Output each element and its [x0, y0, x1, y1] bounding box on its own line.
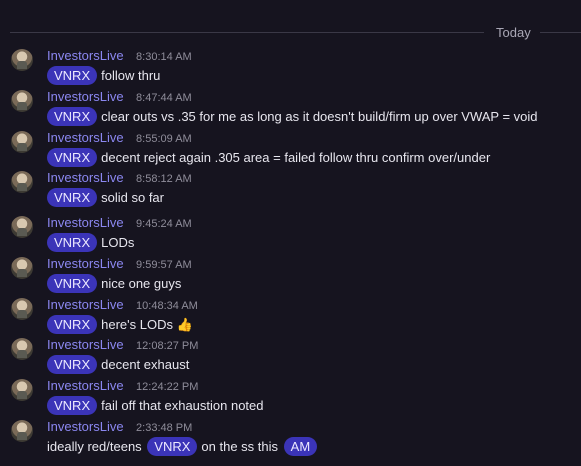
- ticker-tag[interactable]: AM: [283, 437, 318, 456]
- timestamp: 8:55:09 AM: [136, 133, 192, 145]
- message-text: ideally red/teens: [47, 439, 142, 454]
- ticker-tag[interactable]: VNRX: [47, 66, 98, 85]
- avatar[interactable]: [11, 131, 33, 153]
- avatar[interactable]: [11, 420, 33, 442]
- divider-line: [540, 32, 581, 33]
- avatar[interactable]: [11, 298, 33, 320]
- ticker-tag[interactable]: VNRX: [47, 396, 98, 415]
- timestamp: 8:30:14 AM: [136, 51, 192, 63]
- avatar[interactable]: [11, 49, 33, 71]
- avatar[interactable]: [11, 379, 33, 401]
- chat-message: InvestorsLive 8:47:44 AM VNRX clear outs …: [0, 89, 581, 129]
- ticker-tag[interactable]: VNRX: [47, 274, 98, 293]
- ticker-tag[interactable]: VNRX: [47, 148, 98, 167]
- username[interactable]: InvestorsLive: [47, 215, 124, 230]
- timestamp: 9:45:24 AM: [136, 218, 192, 230]
- message-text: on the ss this: [201, 439, 279, 454]
- avatar[interactable]: [11, 338, 33, 360]
- message-text: decent exhaust: [101, 357, 190, 372]
- timestamp: 2:33:48 PM: [136, 422, 193, 434]
- username[interactable]: InvestorsLive: [47, 170, 124, 185]
- avatar[interactable]: [11, 171, 33, 193]
- avatar[interactable]: [11, 216, 33, 238]
- avatar[interactable]: [11, 90, 33, 112]
- username[interactable]: InvestorsLive: [47, 89, 124, 104]
- ticker-tag[interactable]: VNRX: [47, 107, 98, 126]
- username[interactable]: InvestorsLive: [47, 419, 124, 434]
- message-text: LODs: [101, 235, 135, 250]
- username[interactable]: InvestorsLive: [47, 297, 124, 312]
- message-text: here's LODs: [101, 317, 173, 332]
- thumbs-up-icon: 👍: [176, 317, 193, 332]
- message-text: fail off that exhaustion noted: [101, 398, 264, 413]
- ticker-tag[interactable]: VNRX: [47, 355, 98, 374]
- chat-message: InvestorsLive 9:45:24 AM VNRX LODs: [0, 215, 581, 255]
- chat-message: InvestorsLive 12:08:27 PM VNRX decent exh…: [0, 337, 581, 377]
- message-text: follow thru: [101, 68, 161, 83]
- chat-message: InvestorsLive 2:33:48 PM ideally red/tee…: [0, 419, 581, 459]
- username[interactable]: InvestorsLive: [47, 130, 124, 145]
- username[interactable]: InvestorsLive: [47, 256, 124, 271]
- timestamp: 12:08:27 PM: [136, 340, 199, 352]
- ticker-tag[interactable]: VNRX: [147, 437, 198, 456]
- timestamp: 10:48:34 AM: [136, 300, 198, 312]
- chat-message: InvestorsLive 8:30:14 AM VNRX follow thru: [0, 48, 581, 88]
- ticker-tag[interactable]: VNRX: [47, 233, 98, 252]
- timestamp: 12:24:22 PM: [136, 381, 199, 393]
- chat-message: InvestorsLive 8:58:12 AM VNRX solid so fa…: [0, 170, 581, 210]
- chat-message: InvestorsLive 9:59:57 AM VNRX nice one gu…: [0, 256, 581, 296]
- timestamp: 8:47:44 AM: [136, 92, 192, 104]
- timestamp: 8:58:12 AM: [136, 173, 192, 185]
- divider-line: [10, 32, 484, 33]
- message-text: solid so far: [101, 190, 164, 205]
- message-text: clear outs vs .35 for me as long as it d…: [101, 109, 538, 124]
- chat-message: InvestorsLive 8:55:09 AM VNRX decent reje…: [0, 130, 581, 170]
- username[interactable]: InvestorsLive: [47, 337, 124, 352]
- chat-message: InvestorsLive 10:48:34 AM VNRX here's LOD…: [0, 297, 581, 337]
- timestamp: 9:59:57 AM: [136, 259, 192, 271]
- avatar[interactable]: [11, 257, 33, 279]
- username[interactable]: InvestorsLive: [47, 378, 124, 393]
- chat-message: InvestorsLive 12:24:22 PM VNRX fail off t…: [0, 378, 581, 418]
- date-divider: Today: [0, 25, 581, 40]
- username[interactable]: InvestorsLive: [47, 48, 124, 63]
- message-text: nice one guys: [101, 276, 182, 291]
- date-divider-label: Today: [496, 25, 531, 40]
- ticker-tag[interactable]: VNRX: [47, 315, 98, 334]
- message-text: decent reject again .305 area = failed f…: [101, 150, 491, 165]
- ticker-tag[interactable]: VNRX: [47, 188, 98, 207]
